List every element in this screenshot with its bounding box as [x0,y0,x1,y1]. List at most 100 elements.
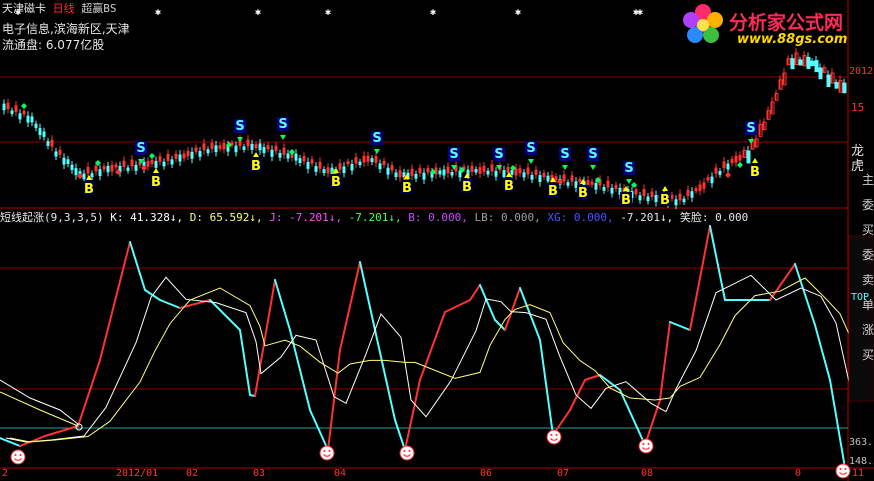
candle-body [314,166,318,172]
j-line-segment [569,379,586,411]
sell-signal-label: S [278,117,287,132]
smile-face-icon [399,445,415,461]
candle-body [422,172,426,180]
b-value: B: 0.000, [408,211,468,224]
j-line-segment [327,349,341,451]
j-line-segment [814,324,831,381]
side-menu-item[interactable]: 买 [862,343,874,368]
j-line-segment [339,261,361,351]
buy-signal-label: B [331,175,341,190]
j-line-segment [689,225,711,331]
smile-face-icon [319,445,335,461]
candle-body [350,163,354,171]
chart-title: 天津磁卡 日线 超赢BS [2,0,117,16]
sector-info: 电子信息,滨海新区,天津 [2,22,130,36]
candle-body [62,157,66,165]
j-line-segment [794,263,816,326]
candle-body [494,170,498,177]
indicator-name[interactable]: 短线起涨(9,3,3,5) [0,211,104,224]
smile-face-icon [10,449,26,465]
j-line-segment [359,261,376,331]
sell-arrow-icon [280,135,286,140]
candle-body [726,163,730,170]
axis-label-1: 363.1 [849,437,874,448]
side-menu-item[interactable]: 买 [862,218,874,243]
date-tick-label: 04 [334,468,347,479]
candle-body [70,164,74,171]
buy-signal-label: B [84,182,94,197]
sell-signal-label: S [526,141,535,156]
chart-canvas[interactable]: ✱ ✱ ✱ ✱ ✱ ✱ ✱✱SS SSS S S S SSSB BBB B B B B B B BB [0,0,874,481]
candle-body [790,58,795,70]
star-marker: ✱ [637,7,643,18]
candle-body [322,169,326,174]
candle-body [546,175,550,182]
date-tick-label: 08 [641,468,654,479]
date-tick-label: 2 [2,468,9,479]
candle-body [474,169,478,173]
candle-body [638,195,642,201]
k-line-start [0,379,79,425]
side-menu-item[interactable]: 主 [862,168,874,193]
v-value: -7.201↓ [620,211,667,224]
buy-signal-label: B [402,181,412,196]
candle-body [342,166,346,174]
candle-body [262,147,266,153]
candle-body [74,168,78,176]
j-line-segment [404,379,421,451]
period-label[interactable]: 日线 [53,2,75,15]
candle-body [746,150,751,164]
j-line-segment [374,329,396,421]
candle-body [278,152,282,158]
candle-body [646,196,650,202]
candle-body [602,187,606,191]
candle-body [258,143,262,151]
smile-eye-icon [323,450,326,452]
side-menu-item[interactable]: 单 [862,293,874,318]
side-menu-item[interactable]: 委 [862,193,874,218]
side-menu-item[interactable]: 涨 [862,318,874,343]
j-line-segment [669,321,691,331]
tag-top[interactable]: TOP [851,292,869,303]
candle-body [674,199,678,206]
candle-body [190,151,194,159]
buy-signal-label: B [251,159,261,174]
star-marker: ✱ [155,7,161,18]
candle-body [214,145,218,153]
j-line-segment [129,241,146,291]
candle-body [242,146,246,150]
green-diamond-marker [149,153,155,159]
smile-eye-icon [642,443,645,445]
green-diamond-marker [21,103,27,109]
red-diamond-marker [725,172,731,178]
date-tick-label: 11 [852,468,865,479]
candle-body [438,170,442,175]
candle-body [458,170,462,178]
side-menu-item[interactable]: 卖 [862,268,874,293]
formula-name[interactable]: 超赢BS [81,2,116,15]
green-diamond-marker [737,162,743,168]
buy-arrow-icon [662,186,668,191]
sell-arrow-icon [626,179,632,184]
candle-body [30,116,34,123]
sell-signal-label: S [372,131,381,146]
j-line-segment [469,284,481,301]
j-line-segment [77,359,101,427]
candle-body [10,110,14,114]
sell-signal-label: S [136,141,145,156]
candle-body [54,151,58,157]
candle-body [654,195,658,202]
j-line-segment [289,329,311,411]
date-tick-label: 07 [557,468,570,479]
sell-arrow-icon [528,159,534,164]
logo-url[interactable]: www.88gs.com [737,32,847,47]
logo-name: 分析家公式网 [729,12,844,34]
side-menu-item[interactable]: 委 [862,243,874,268]
buy-signal-label: B [504,179,514,194]
buy-signal-label: B [621,193,631,208]
j-line-segment [769,263,796,301]
j-line-segment [99,241,131,361]
indicator-header: 短线起涨(9,3,3,5) K: 41.328↓, D: 65.592↓, J:… [0,211,749,224]
smile-face-icon [546,429,562,445]
j-value: J: -7.201↓ [269,211,336,224]
